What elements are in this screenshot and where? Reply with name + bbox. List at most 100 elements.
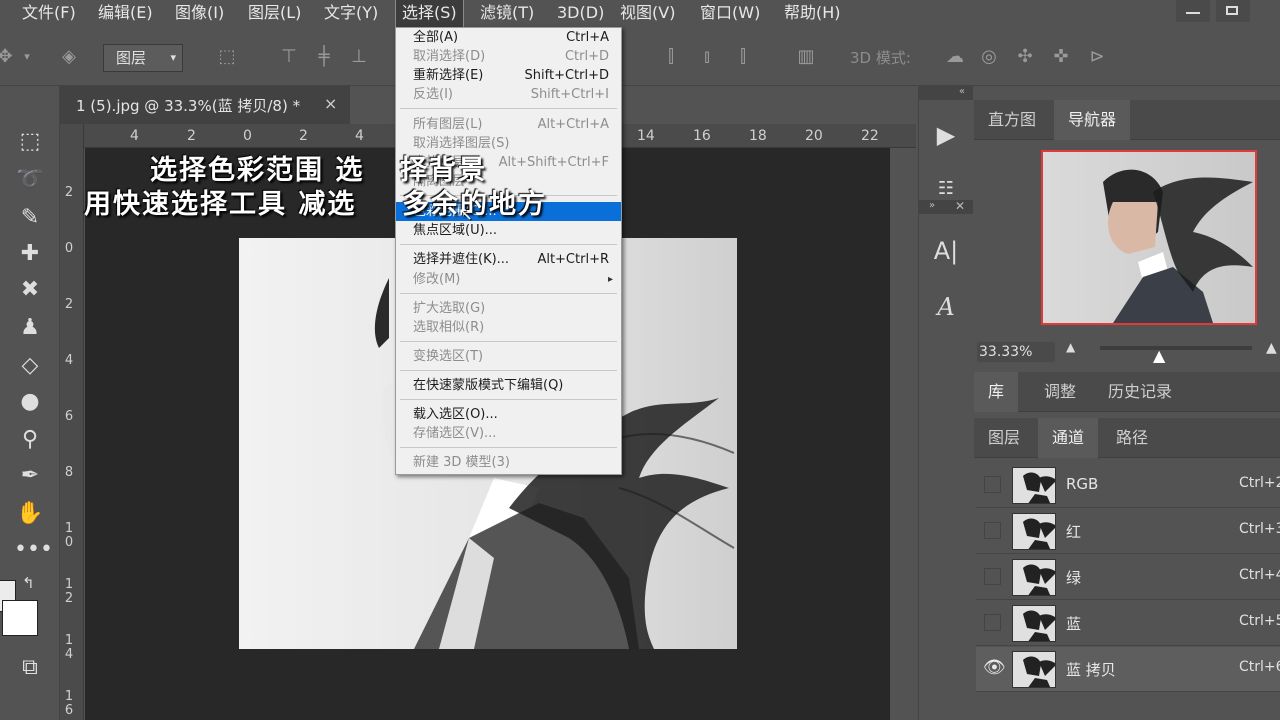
menu-item-new-3d-model[interactable]: 新建 3D 模型(3) xyxy=(396,453,621,472)
tab-navigator[interactable]: 导航器 xyxy=(1054,100,1131,140)
menu-item-similar[interactable]: 选取相似(R) xyxy=(396,318,621,337)
layers-stack-icon: ◈ xyxy=(62,46,76,67)
menu-item-reselect[interactable]: 重新选择(E) Shift+Ctrl+D xyxy=(396,66,621,85)
eye-icon[interactable]: 👁 xyxy=(983,657,1006,678)
orbit-3d-icon[interactable]: ☁ xyxy=(944,46,966,68)
align-vcenter-icon[interactable]: ╪ xyxy=(313,46,335,68)
menu-layer[interactable]: 图层(L) xyxy=(242,0,307,27)
menu-item-save-selection[interactable]: 存储选区(V)... xyxy=(396,424,621,443)
lasso-tool-icon[interactable]: ➰ xyxy=(14,164,46,196)
menu-item-modify[interactable]: 修改(M) ▸ xyxy=(396,270,621,289)
auto-select-value: 图层 xyxy=(116,49,147,67)
tab-libraries[interactable]: 库 xyxy=(974,372,1019,412)
distribute-left-icon[interactable]: ⫿ xyxy=(660,46,682,68)
channel-row-red[interactable]: 红 Ctrl+3 xyxy=(976,509,1280,554)
auto-align-icon[interactable]: ▥ xyxy=(795,46,817,68)
swap-colors-icon[interactable]: ↰ xyxy=(22,574,35,592)
ruler-top-label: 4 xyxy=(130,128,139,144)
screen-mode-icon[interactable]: ⧉ xyxy=(14,652,46,684)
tab-histogram[interactable]: 直方图 xyxy=(974,100,1050,140)
hand-tool-icon[interactable]: ✋ xyxy=(14,498,46,530)
zoom-in-icon[interactable]: ▲ xyxy=(1266,340,1277,356)
actions-play-icon[interactable]: ▶ xyxy=(931,120,961,150)
menu-help[interactable]: 帮助(H) xyxy=(778,0,847,27)
channel-visibility-toggle[interactable] xyxy=(984,614,1001,631)
channel-thumbnail xyxy=(1012,651,1056,688)
distribute-hcenter-icon[interactable]: ⫾ xyxy=(696,46,718,68)
navigator-thumbnail[interactable] xyxy=(1041,150,1257,325)
menu-3d[interactable]: 3D(D) xyxy=(551,0,610,27)
close-panel-icon[interactable]: ✕ xyxy=(955,199,965,213)
align-bottom-icon[interactable]: ⊥ xyxy=(348,46,370,68)
background-color-swatch[interactable] xyxy=(2,600,38,636)
move-tool-icon[interactable]: ✥ xyxy=(0,46,16,68)
more-tools-icon[interactable]: ••• xyxy=(14,534,53,566)
panel-group-bar[interactable]: » ✕ xyxy=(919,199,973,214)
tab-layers[interactable]: 图层 xyxy=(974,418,1034,458)
menu-file[interactable]: 文件(F) xyxy=(16,0,82,27)
menu-filter[interactable]: 滤镜(T) xyxy=(474,0,540,27)
channel-visibility-toggle[interactable] xyxy=(984,476,1001,493)
rect-marquee-tool-icon[interactable]: ⬚ xyxy=(14,126,46,158)
ruler-top-label: 2 xyxy=(187,128,196,144)
menu-item-deselect[interactable]: 取消选择(D) Ctrl+D xyxy=(396,47,621,66)
zoom-slider-thumb[interactable]: ▲ xyxy=(1153,346,1165,365)
vertical-ruler: 2 0 2 4 6 8 10 12 14 16 xyxy=(60,124,84,720)
menu-item-all-layers[interactable]: 所有图层(L) Alt+Ctrl+A xyxy=(396,115,621,134)
scale-3d-icon[interactable]: ⊳ xyxy=(1086,46,1108,68)
blur-tool-icon[interactable]: ● xyxy=(14,386,46,418)
document-tab[interactable]: 1 (5).jpg @ 33.3%(蓝 拷贝/8) * × xyxy=(60,86,350,124)
auto-select-dropdown[interactable]: 图层 ▾ xyxy=(103,44,183,72)
dodge-tool-icon[interactable]: ⚲ xyxy=(14,424,46,456)
channel-row-green[interactable]: 绿 Ctrl+4 xyxy=(976,555,1280,600)
navigator-zoom-slider[interactable] xyxy=(1100,346,1252,350)
roll-3d-icon[interactable]: ◎ xyxy=(978,46,1000,68)
menu-view[interactable]: 视图(V) xyxy=(614,0,681,27)
glyphs-panel-icon[interactable]: A xyxy=(931,292,961,322)
menu-item-load-selection[interactable]: 载入选区(O)... xyxy=(396,405,621,424)
menu-item-select-all[interactable]: 全部(A) Ctrl+A xyxy=(396,28,621,47)
channel-visibility-toggle[interactable] xyxy=(984,568,1001,585)
canvas-vertical-scrollbar[interactable] xyxy=(890,148,916,720)
channel-visibility-toggle[interactable] xyxy=(984,522,1001,539)
pattern-stamp-tool-icon[interactable]: ✖ xyxy=(14,274,46,306)
ruler-top-label: 0 xyxy=(243,128,252,144)
slide-3d-icon[interactable]: ✜ xyxy=(1050,46,1072,68)
restore-button[interactable] xyxy=(1216,0,1250,22)
menu-item-transform-selection[interactable]: 变换选区(T) xyxy=(396,347,621,366)
eraser-tool-icon[interactable]: ◇ xyxy=(14,350,46,382)
close-icon[interactable]: × xyxy=(324,94,337,113)
channel-row-rgb[interactable]: RGB Ctrl+2 xyxy=(976,463,1280,508)
navigator-zoom-value[interactable]: 33.33% xyxy=(977,342,1055,362)
clone-stamp-tool-icon[interactable]: ♟ xyxy=(14,312,46,344)
menu-item-focus-area[interactable]: 焦点区域(U)... xyxy=(396,221,621,240)
panel-collapse-bar[interactable]: « xyxy=(919,86,973,100)
minimize-button[interactable] xyxy=(1176,0,1210,22)
channel-row-blue-copy[interactable]: 👁 蓝 拷贝 Ctrl+6 xyxy=(976,647,1280,692)
healing-brush-tool-icon[interactable]: ✚ xyxy=(14,238,46,270)
tool-preset-chevron-icon[interactable]: ▾ xyxy=(16,46,38,68)
tab-paths[interactable]: 路径 xyxy=(1102,418,1162,458)
tab-history[interactable]: 历史记录 xyxy=(1094,372,1186,412)
tab-channels[interactable]: 通道 xyxy=(1038,418,1099,458)
menu-item-select-and-mask[interactable]: 选择并遮住(K)... Alt+Ctrl+R xyxy=(396,250,621,269)
menu-edit[interactable]: 编辑(E) xyxy=(92,0,159,27)
menu-item-quick-mask[interactable]: 在快速蒙版模式下编辑(Q) xyxy=(396,376,621,395)
tab-adjustments[interactable]: 调整 xyxy=(1030,372,1090,412)
menu-image[interactable]: 图像(I) xyxy=(169,0,230,27)
zoom-out-icon[interactable]: ▲ xyxy=(1066,340,1075,354)
transform-controls-icon[interactable]: ⬚ xyxy=(216,46,238,68)
drag-3d-icon[interactable]: ✣ xyxy=(1014,46,1036,68)
menu-item-inverse[interactable]: 反选(I) Shift+Ctrl+I xyxy=(396,85,621,104)
align-top-icon[interactable]: ⊤ xyxy=(278,46,300,68)
character-panel-icon[interactable]: A| xyxy=(931,236,961,266)
ruler-top-label: 2 xyxy=(299,128,308,144)
menu-select[interactable]: 选择(S) xyxy=(395,0,464,28)
distribute-right-icon[interactable]: ⫿ xyxy=(732,46,754,68)
channel-row-blue[interactable]: 蓝 Ctrl+5 xyxy=(976,601,1280,646)
menu-item-grow[interactable]: 扩大选取(G) xyxy=(396,299,621,318)
menu-window[interactable]: 窗口(W) xyxy=(694,0,766,27)
pen-tool-icon[interactable]: ✒ xyxy=(14,460,46,492)
eyedropper-tool-icon[interactable]: ✎ xyxy=(14,202,46,234)
menu-type[interactable]: 文字(Y) xyxy=(318,0,384,27)
